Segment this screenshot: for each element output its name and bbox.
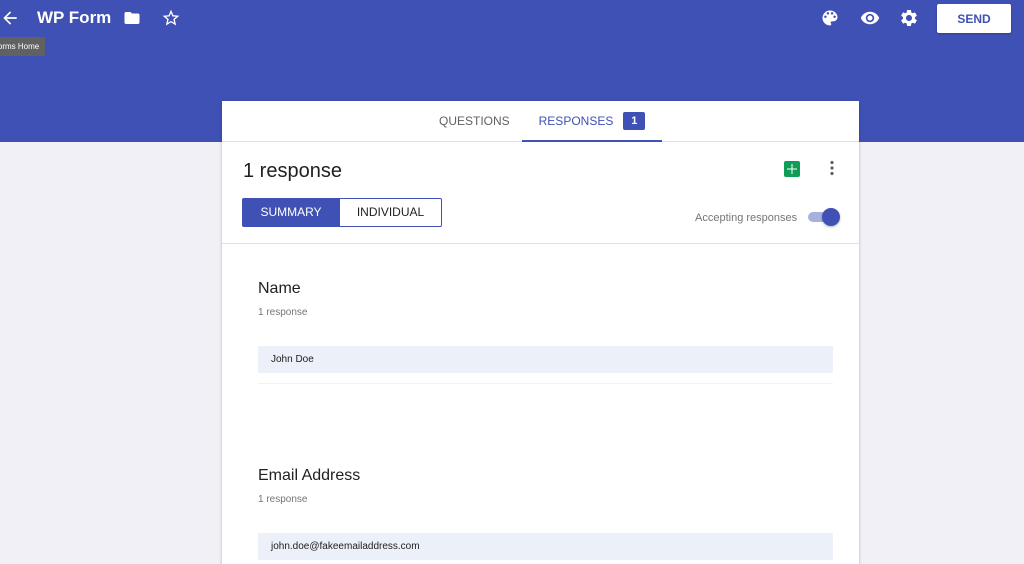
palette-icon[interactable] bbox=[820, 8, 840, 28]
tab-questions[interactable]: QUESTIONS bbox=[439, 101, 510, 142]
summary-view-button[interactable]: SUMMARY bbox=[242, 198, 340, 227]
accepting-responses-label: Accepting responses bbox=[695, 212, 798, 224]
star-icon[interactable] bbox=[161, 8, 181, 28]
answer-row: john.doe@fakeemailaddress.com bbox=[258, 533, 833, 560]
back-arrow-icon[interactable] bbox=[0, 8, 20, 28]
sheets-icon[interactable] bbox=[784, 161, 800, 177]
question-response-count: 1 response bbox=[258, 494, 308, 505]
question-divider bbox=[258, 383, 833, 384]
gear-icon[interactable] bbox=[899, 8, 919, 28]
tab-responses-label: RESPONSES bbox=[538, 114, 614, 128]
response-count-heading: 1 response bbox=[243, 160, 342, 182]
forms-home-tooltip: Forms Home bbox=[0, 37, 45, 56]
eye-icon[interactable] bbox=[859, 8, 881, 28]
tooltip-text: Forms Home bbox=[0, 42, 40, 51]
responses-card: QUESTIONS RESPONSES 1 1 response SUMMARY … bbox=[222, 101, 859, 564]
answer-row: John Doe bbox=[258, 346, 833, 373]
folder-icon[interactable] bbox=[122, 9, 142, 27]
more-vert-icon[interactable] bbox=[827, 160, 837, 176]
question-summary-name: Name 1 response John Doe bbox=[258, 279, 833, 384]
question-summary-email: Email Address 1 response john.doe@fakeem… bbox=[258, 466, 833, 560]
send-button[interactable]: SEND bbox=[937, 4, 1011, 33]
form-title[interactable]: WP Form bbox=[37, 7, 111, 29]
question-title: Email Address bbox=[258, 467, 361, 484]
question-title: Name bbox=[258, 280, 301, 297]
response-count-badge: 1 bbox=[623, 111, 646, 130]
question-response-count: 1 response bbox=[258, 307, 308, 318]
toggle-thumb bbox=[822, 208, 840, 226]
accepting-responses-toggle[interactable] bbox=[808, 208, 840, 226]
tab-responses[interactable]: RESPONSES 1 bbox=[522, 101, 662, 142]
form-tabs: QUESTIONS RESPONSES 1 bbox=[222, 101, 859, 142]
header-divider bbox=[222, 243, 859, 244]
individual-view-button[interactable]: INDIVIDUAL bbox=[339, 198, 442, 227]
